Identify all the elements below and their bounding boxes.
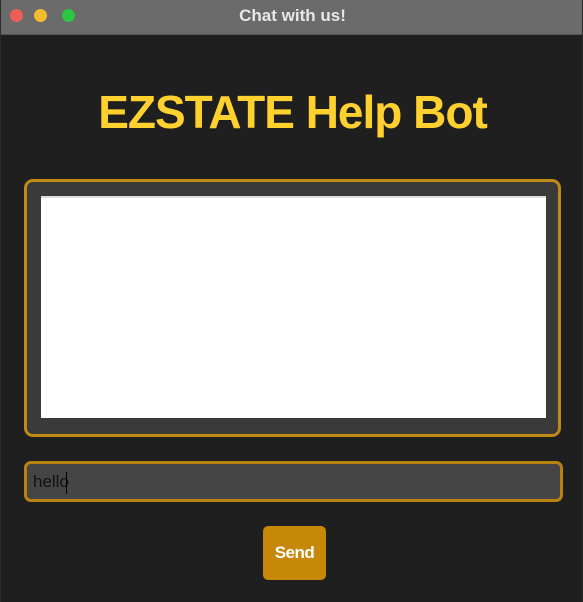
- text-caret: [66, 472, 67, 494]
- page-title: EZSTATE Help Bot: [98, 86, 488, 138]
- send-button[interactable]: Send: [263, 526, 326, 580]
- title-bar: Chat with us!: [1, 0, 582, 35]
- window-title: Chat with us!: [239, 6, 346, 25]
- message-input[interactable]: [24, 461, 563, 502]
- chat-log-frame: [24, 179, 561, 437]
- chat-window: Chat with us! EZSTATE Help Bot Send: [0, 0, 583, 602]
- chat-log[interactable]: [41, 196, 546, 418]
